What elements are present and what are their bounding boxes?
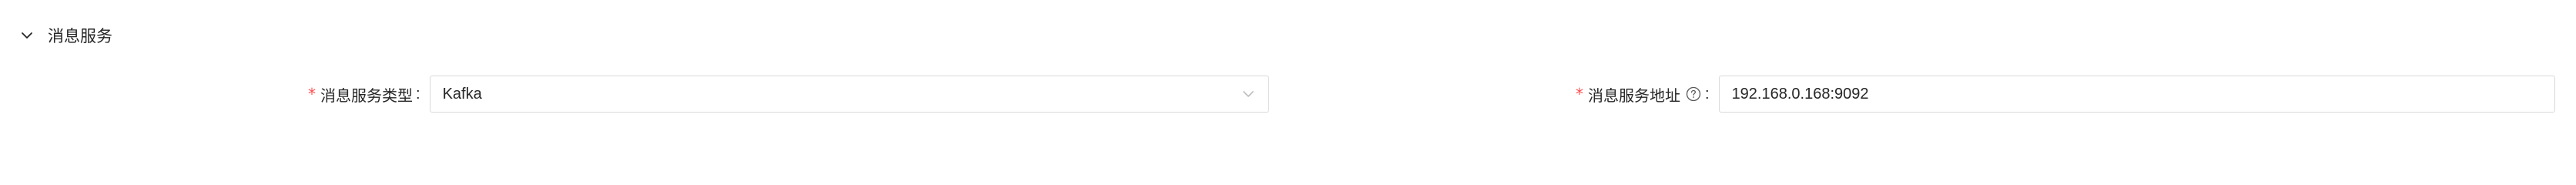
mq-address-label: * 消息服务地址 : [1576, 83, 1719, 106]
chevron-down-icon[interactable] [17, 25, 37, 45]
form-item-mq-address: * 消息服务地址 : 192.168.0.168:9092 [1576, 74, 2555, 114]
section-header[interactable]: 消息服务 [17, 22, 112, 49]
question-circle-icon[interactable] [1685, 86, 1702, 103]
section-title: 消息服务 [48, 28, 112, 45]
mq-type-label: * 消息服务类型 : [308, 83, 430, 106]
required-mark: * [1576, 85, 1583, 103]
required-mark: * [308, 85, 316, 103]
label-colon: : [1705, 85, 1710, 103]
mq-address-input-value: 192.168.0.168:9092 [1731, 85, 1869, 103]
form-item-mq-type: * 消息服务类型 : Kafka [308, 74, 1269, 114]
mq-address-label-text: 消息服务地址 [1588, 87, 1680, 105]
label-colon: : [416, 85, 420, 103]
mq-address-input[interactable]: 192.168.0.168:9092 [1718, 76, 2555, 113]
mq-type-select-value: Kafka [442, 85, 482, 103]
mq-type-select[interactable]: Kafka [429, 76, 1269, 113]
chevron-down-icon[interactable] [1241, 86, 1256, 102]
mq-type-label-text: 消息服务类型 [320, 87, 413, 105]
